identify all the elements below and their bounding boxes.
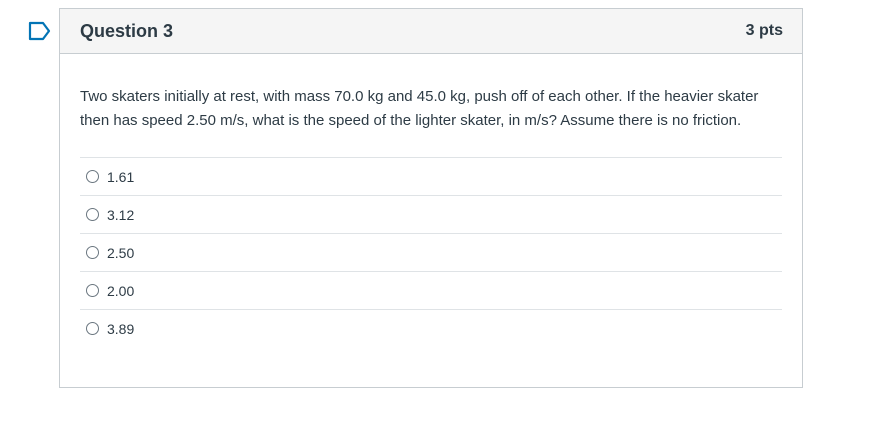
question-header: Question 3 3 pts bbox=[60, 9, 802, 54]
answer-list: 1.61 3.12 2.50 2.00 3.89 bbox=[80, 157, 782, 347]
question-text: Two skaters initially at rest, with mass… bbox=[80, 88, 759, 129]
answer-option[interactable]: 2.00 bbox=[80, 271, 782, 309]
answer-option[interactable]: 3.89 bbox=[80, 309, 782, 347]
radio-button-icon[interactable] bbox=[86, 322, 99, 335]
flag-question-icon[interactable] bbox=[27, 20, 53, 42]
radio-button-icon[interactable] bbox=[86, 170, 99, 183]
answer-option[interactable]: 1.61 bbox=[80, 157, 782, 195]
answer-label[interactable]: 1.61 bbox=[107, 169, 134, 185]
radio-button-icon[interactable] bbox=[86, 246, 99, 259]
question-body: Two skaters initially at rest, with mass… bbox=[60, 54, 802, 347]
answer-option[interactable]: 2.50 bbox=[80, 233, 782, 271]
answer-label[interactable]: 2.00 bbox=[107, 283, 134, 299]
answer-option[interactable]: 3.12 bbox=[80, 195, 782, 233]
question-points: 3 pts bbox=[745, 22, 783, 39]
answer-label[interactable]: 2.50 bbox=[107, 245, 134, 261]
answer-label[interactable]: 3.89 bbox=[107, 321, 134, 337]
question-card: Question 3 3 pts Two skaters initially a… bbox=[59, 8, 803, 388]
radio-button-icon[interactable] bbox=[86, 284, 99, 297]
radio-button-icon[interactable] bbox=[86, 208, 99, 221]
answer-label[interactable]: 3.12 bbox=[107, 207, 134, 223]
question-title: Question 3 bbox=[80, 20, 174, 41]
